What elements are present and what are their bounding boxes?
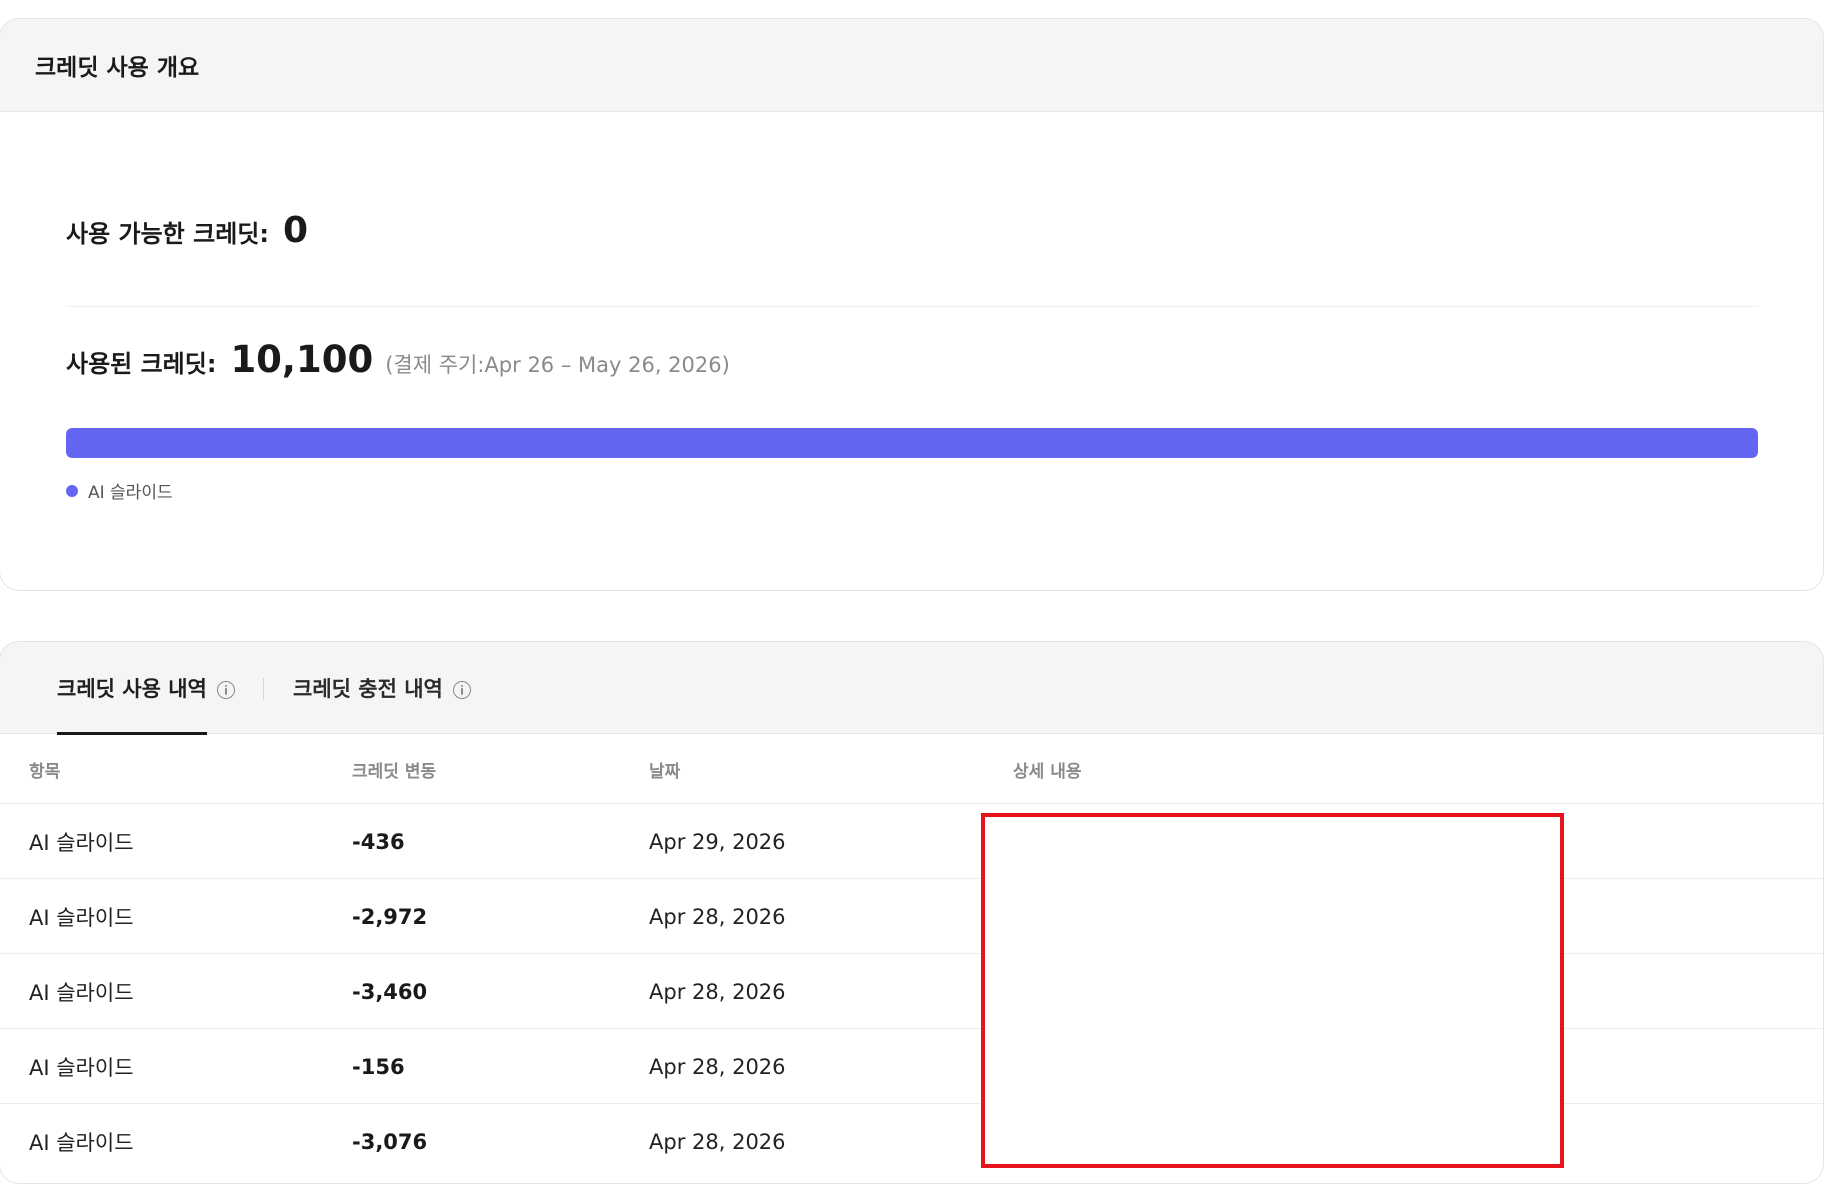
column-header-item: 항목 <box>29 761 61 782</box>
row-date: Apr 28, 2026 <box>649 1054 786 1079</box>
credit-overview-title: 크레딧 사용 개요 <box>35 55 200 81</box>
row-item: AI 슬라이드 <box>29 1130 134 1155</box>
usage-bar-fill-ai-slide <box>66 428 1758 458</box>
used-credits-value: 10,100 <box>230 338 374 381</box>
credit-overview-header: 크레딧 사용 개요 <box>0 19 1823 112</box>
redaction-highlight-box <box>981 813 1564 1168</box>
row-item: AI 슬라이드 <box>29 830 134 855</box>
row-credit-change: -436 <box>352 829 405 854</box>
row-date: Apr 28, 2026 <box>649 1129 786 1154</box>
row-credit-change: -3,460 <box>352 979 428 1004</box>
tab-separator <box>263 678 264 700</box>
column-header-date: 날짜 <box>649 761 681 782</box>
legend-dot <box>66 484 78 497</box>
usage-bar <box>66 428 1758 458</box>
used-credits-label: 사용된 크레딧: <box>66 350 217 378</box>
info-icon[interactable] <box>452 681 471 699</box>
available-credits-value: 0 <box>282 210 309 251</box>
row-credit-change: -3,076 <box>352 1129 428 1154</box>
tab-credit-usage-history[interactable]: 크레딧 사용 내역 <box>57 642 235 735</box>
row-credit-change: -156 <box>352 1054 405 1079</box>
row-date: Apr 28, 2026 <box>649 904 786 929</box>
row-date: Apr 29, 2026 <box>649 829 786 854</box>
info-icon[interactable] <box>216 681 235 699</box>
tab-credit-charge-label: 크레딧 충전 내역 <box>293 677 443 701</box>
available-credits-label: 사용 가능한 크레딧: <box>66 220 269 248</box>
column-header-detail: 상세 내용 <box>1013 761 1082 782</box>
row-item: AI 슬라이드 <box>29 1055 134 1080</box>
used-credits-row: 사용된 크레딧: 10,100 (결제 주기:Apr 26 – May 26, … <box>66 338 730 381</box>
tab-credit-charge-history[interactable]: 크레딧 충전 내역 <box>293 642 471 734</box>
billing-cycle-text: (결제 주기:Apr 26 – May 26, 2026) <box>385 353 730 377</box>
usage-legend: AI 슬라이드 <box>66 478 173 503</box>
legend-label: AI 슬라이드 <box>88 483 173 503</box>
row-item: AI 슬라이드 <box>29 905 134 930</box>
column-header-credit-change: 크레딧 변동 <box>352 761 437 782</box>
table-header: 항목 크레딧 변동 날짜 상세 내용 <box>0 734 1823 804</box>
credit-overview-card: 크레딧 사용 개요 사용 가능한 크레딧: 0 사용된 크레딧: 10,100 … <box>0 18 1824 591</box>
tab-credit-usage-label: 크레딧 사용 내역 <box>57 677 207 701</box>
row-item: AI 슬라이드 <box>29 980 134 1005</box>
overview-divider <box>66 306 1758 307</box>
available-credits-row: 사용 가능한 크레딧: 0 <box>66 210 308 251</box>
row-credit-change: -2,972 <box>352 904 428 929</box>
history-tabs: 크레딧 사용 내역 크레딧 충전 내역 <box>0 642 1823 735</box>
row-date: Apr 28, 2026 <box>649 979 786 1004</box>
